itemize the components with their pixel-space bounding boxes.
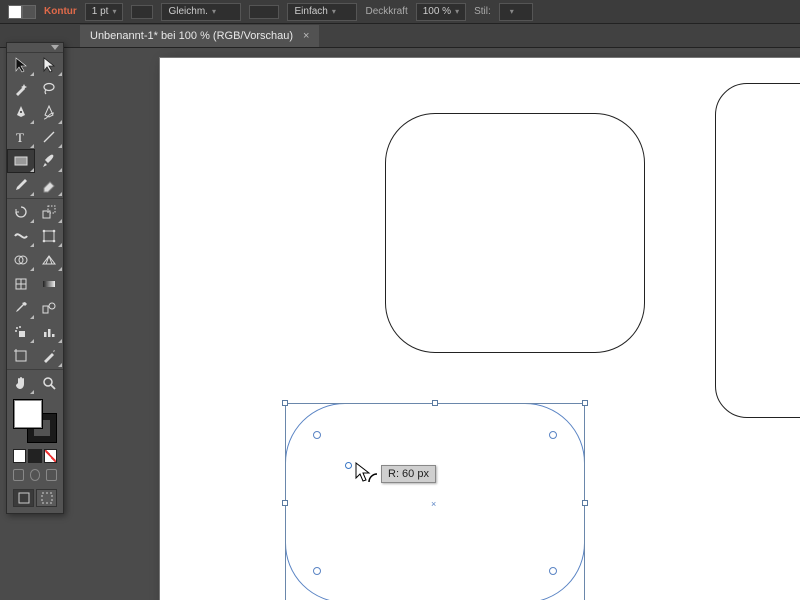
selection-tool[interactable] [7,53,35,77]
rounded-rectangle-shape[interactable] [385,113,645,353]
lasso-tool[interactable] [35,77,63,101]
live-corner-widget[interactable] [549,567,557,575]
vsp-icon[interactable] [131,5,153,19]
stroke-weight-field[interactable]: 1 pt [85,3,124,21]
document-tab-title: Unbenannt-1* bei 100 % (RGB/Vorschau) [90,30,293,42]
fill-stroke-control[interactable] [13,399,57,447]
document-tab[interactable]: Unbenannt-1* bei 100 % (RGB/Vorschau) × [80,25,319,47]
width-tool[interactable] [7,224,35,248]
resize-handle[interactable] [282,400,288,406]
fill-stroke-mini[interactable] [8,5,36,19]
resize-handle[interactable] [582,500,588,506]
color-mode-solid[interactable] [13,449,26,463]
artboard-tool[interactable] [7,344,35,368]
fill-color-swatch[interactable] [13,399,43,429]
brush-preview-icon[interactable] [249,5,279,19]
live-corner-widget[interactable] [313,567,321,575]
selected-shape-group[interactable]: × [285,403,585,600]
color-mode-none[interactable] [44,449,57,463]
gradient-tool[interactable] [35,272,63,296]
control-bar: Kontur 1 pt Gleichm. Einfach Deckkraft 1… [0,0,800,24]
rotate-tool[interactable] [7,200,35,224]
paintbrush-tool[interactable] [35,149,63,173]
screen-mode-icon-2[interactable] [30,469,41,481]
eyedropper-tool[interactable] [7,296,35,320]
magic-wand-tool[interactable] [7,77,35,101]
slice-tool[interactable] [35,344,63,368]
close-icon[interactable]: × [303,30,309,42]
style-field[interactable] [499,3,533,21]
draw-normal-button[interactable] [13,489,34,507]
symbol-sprayer-tool[interactable] [7,320,35,344]
type-tool[interactable]: T [7,125,35,149]
mesh-tool[interactable] [7,272,35,296]
live-corner-widget[interactable] [313,431,321,439]
stil-label[interactable]: Stil: [474,6,491,17]
direct-selection-tool[interactable] [35,53,63,77]
tools-panel: T [6,42,64,514]
fill-swatch[interactable] [8,5,22,19]
rounded-rectangle-shape-right[interactable] [715,83,800,418]
draw-behind-button[interactable] [36,489,57,507]
shape-builder-tool[interactable] [7,248,35,272]
zoom-tool[interactable] [35,371,63,395]
live-corner-widget[interactable] [549,431,557,439]
column-graph-tool[interactable] [35,320,63,344]
pencil-tool[interactable] [7,173,35,197]
resize-handle[interactable] [582,400,588,406]
pen-tool[interactable] [7,101,35,125]
eraser-tool[interactable] [35,173,63,197]
opacity-field[interactable]: 100 % [416,3,466,21]
resize-handle[interactable] [282,500,288,506]
center-point-icon: × [431,499,436,509]
artboard[interactable]: × R: 60 px [160,58,800,600]
blend-tool[interactable] [35,296,63,320]
perspective-grid-tool[interactable] [35,248,63,272]
kontur-label[interactable]: Kontur [44,6,77,17]
svg-text:T: T [16,130,24,145]
canvas-viewport[interactable]: × R: 60 px [80,48,800,600]
stroke-swatch[interactable] [22,5,36,19]
curvature-tool[interactable] [35,101,63,125]
hand-tool[interactable] [7,371,35,395]
screen-mode-icon-3[interactable] [46,469,57,481]
line-segment-tool[interactable] [35,125,63,149]
workspace: T [0,48,800,600]
resize-handle[interactable] [432,400,438,406]
panel-grip[interactable] [7,43,63,53]
deckkraft-label[interactable]: Deckkraft [365,6,407,17]
profile-field[interactable]: Gleichm. [161,3,241,21]
screen-mode-icon[interactable] [13,469,24,481]
free-transform-tool[interactable] [35,224,63,248]
color-mode-gradient[interactable] [28,449,41,463]
document-tab-bar: Unbenannt-1* bei 100 % (RGB/Vorschau) × [0,24,800,48]
rectangle-tool[interactable] [7,149,35,173]
scale-tool[interactable] [35,200,63,224]
brush-def-field[interactable]: Einfach [287,3,357,21]
